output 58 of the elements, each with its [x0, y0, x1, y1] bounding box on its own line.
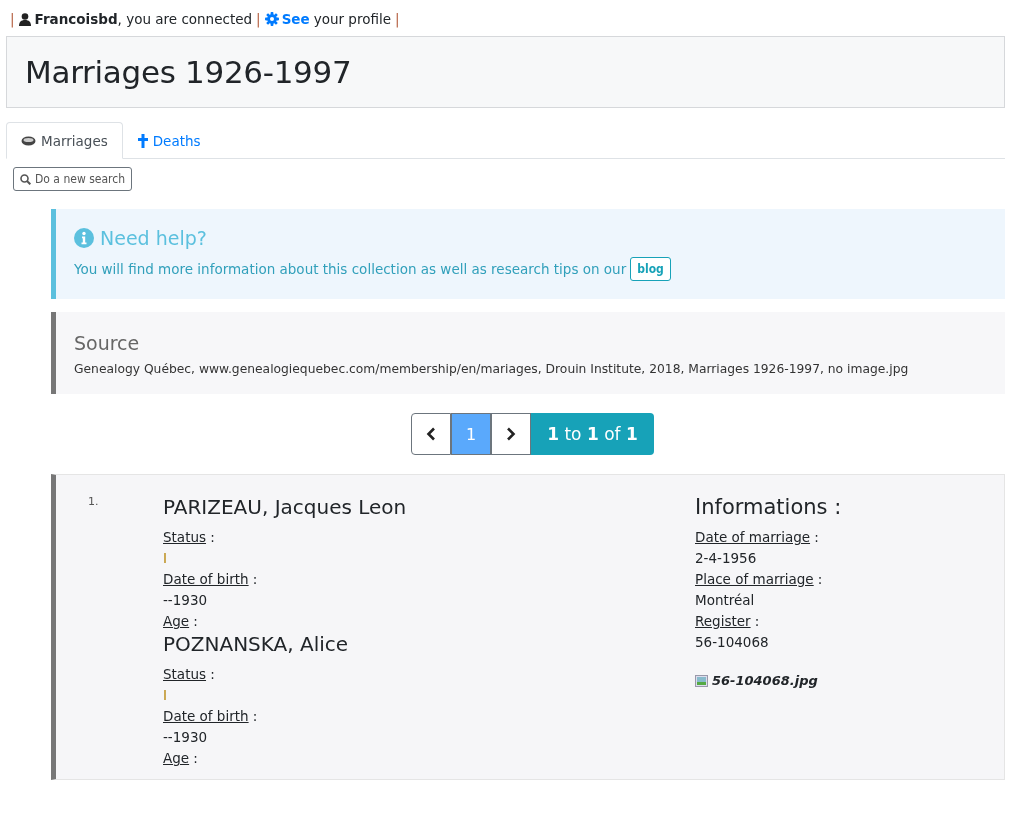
colon: : — [210, 529, 215, 545]
colon: : — [252, 571, 258, 587]
field-label: Register — [695, 613, 751, 629]
previous-page-button[interactable] — [411, 413, 452, 455]
new-search-button[interactable]: Do a new search — [13, 167, 132, 191]
person-name: PARIZEAU, Jacques Leon — [163, 495, 408, 519]
field-value: Montréal — [695, 591, 756, 610]
tab[interactable]: Marriages — [6, 122, 123, 159]
chevron-right-icon — [506, 427, 517, 441]
page-button[interactable]: 1 — [451, 413, 492, 455]
field-value: --1930 — [163, 591, 209, 610]
colon: : — [817, 571, 823, 587]
person-name: POZNANSKA, Alice — [163, 632, 350, 656]
field-label: Age — [163, 750, 190, 766]
field-value: 2-4-1956 — [695, 549, 758, 568]
source-title: Source — [74, 332, 141, 354]
field-label: Status — [163, 666, 207, 682]
field-label: Date of birth — [163, 571, 249, 587]
page-title: Marriages 1926-1997 — [25, 54, 352, 90]
user-icon — [18, 12, 31, 26]
field-value: I — [163, 686, 168, 705]
colon: : — [814, 529, 819, 545]
info-title: Informations : — [695, 495, 843, 519]
search-icon — [20, 173, 31, 185]
connection-text: Francoisbd, you are connected — [34, 11, 253, 27]
field-value: 56-104068 — [695, 633, 770, 652]
field-label: Status — [163, 529, 207, 545]
gear-icon — [264, 12, 279, 26]
field-label: Age — [163, 613, 190, 629]
separator: | — [395, 11, 400, 27]
tab[interactable]: Deaths — [122, 122, 216, 159]
colon: : — [193, 750, 198, 766]
image-file-link[interactable]: 56-104068.jpg — [712, 673, 818, 688]
colon: : — [193, 613, 198, 629]
profile-link[interactable]: See — [264, 11, 310, 27]
record-number: 1. — [88, 495, 99, 508]
colon: : — [210, 666, 215, 682]
source-text: Genealogy Québec, www.genealogiequebec.com/membership/en/mariages, Drouin Institute, 2018, Marriages 1926-1997, no image.jpg — [74, 362, 910, 376]
help-text: You will find more information about this collection as well as research tips on our — [74, 261, 627, 277]
field-label: Date of birth — [163, 708, 249, 724]
field-value: --1930 — [163, 728, 209, 747]
results-summary: 1 to 1 of 1 — [531, 413, 654, 455]
ring-icon — [21, 135, 36, 146]
profile-text: your profile — [313, 11, 391, 27]
colon: : — [252, 708, 258, 724]
field-label: Place of marriage — [695, 571, 814, 587]
field-value: I — [163, 549, 168, 568]
cross-icon — [137, 133, 148, 148]
next-page-button[interactable] — [491, 413, 532, 455]
blog-link[interactable]: blog — [630, 257, 671, 281]
help-title: Need help? — [100, 227, 207, 249]
colon: : — [754, 613, 760, 629]
image-icon — [695, 674, 708, 687]
separator: | — [10, 11, 15, 27]
field-label: Date of marriage — [695, 529, 811, 545]
info-icon — [74, 228, 94, 248]
chevron-left-icon — [426, 427, 437, 441]
separator: | — [256, 11, 261, 27]
